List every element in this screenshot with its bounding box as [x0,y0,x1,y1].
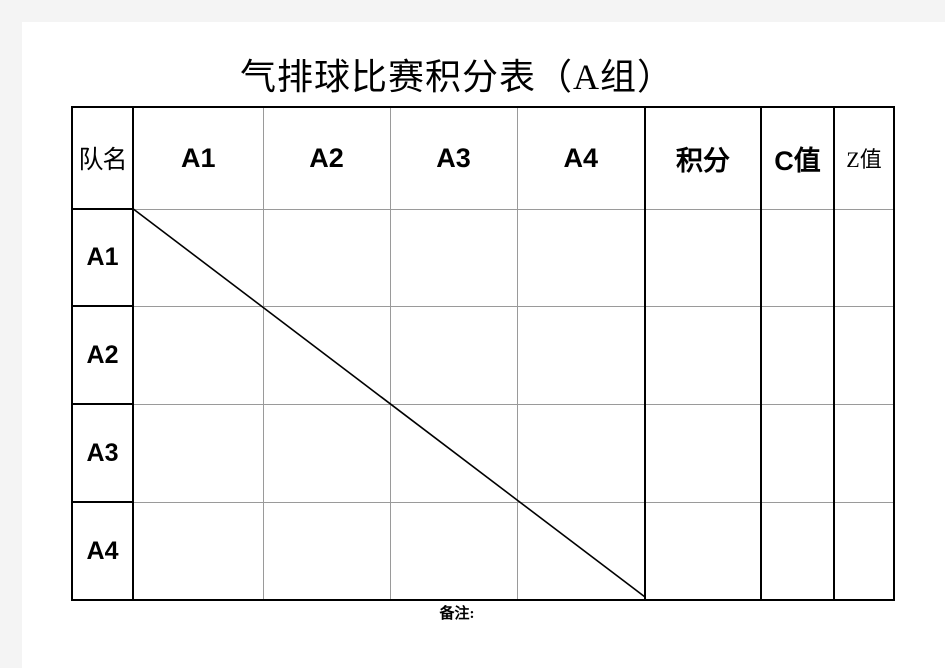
score-table: 队名 A1 A2 A3 A4 积分 C值 Z值 A1 A2 A3 A4 [71,106,895,601]
cell-a4-a4[interactable] [516,501,646,601]
cell-a2-a4[interactable] [516,305,646,405]
table-header-row: 队名 A1 A2 A3 A4 积分 C值 Z值 [71,106,895,210]
row-label-a2: A2 [71,305,134,405]
header-col-c-value: C值 [760,106,835,210]
table-row: A4 [71,501,895,601]
header-team-name: 队名 [71,106,134,210]
table-row: A2 [71,305,895,405]
cell-a2-a3[interactable] [389,305,518,405]
header-col-a3: A3 [389,106,518,210]
header-col-a4: A4 [516,106,646,210]
table-row: A1 [71,208,895,307]
document-page: 气排球比赛积分表（A组） 队名 A1 A2 A3 A4 积分 C值 Z值 A1 … [22,22,945,668]
header-col-a1: A1 [132,106,264,210]
footnote-label: 备注: [439,606,475,622]
header-col-points: 积分 [644,106,762,210]
cell-a3-a1[interactable] [132,403,264,503]
table-row: A3 [71,403,895,503]
cell-a2-a1[interactable] [132,305,264,405]
row-label-a3: A3 [71,403,134,503]
cell-a2-a2[interactable] [262,305,391,405]
cell-a4-z-value[interactable] [833,501,895,601]
cell-a1-z-value[interactable] [833,208,895,307]
row-label-a1: A1 [71,208,134,307]
cell-a4-a3[interactable] [389,501,518,601]
cell-a2-z-value[interactable] [833,305,895,405]
cell-a1-points[interactable] [644,208,762,307]
cell-a1-a3[interactable] [389,208,518,307]
cell-a3-a2[interactable] [262,403,391,503]
cell-a1-c-value[interactable] [760,208,835,307]
cell-a4-points[interactable] [644,501,762,601]
cell-a4-c-value[interactable] [760,501,835,601]
cell-a3-c-value[interactable] [760,403,835,503]
cell-a3-points[interactable] [644,403,762,503]
header-col-a2: A2 [262,106,391,210]
header-col-z-value: Z值 [833,106,895,210]
cell-a1-a1[interactable] [132,208,264,307]
cell-a1-a4[interactable] [516,208,646,307]
cell-a3-a4[interactable] [516,403,646,503]
cell-a3-a3[interactable] [389,403,518,503]
cell-a2-points[interactable] [644,305,762,405]
cell-a1-a2[interactable] [262,208,391,307]
cell-a2-c-value[interactable] [760,305,835,405]
cell-a4-a1[interactable] [132,501,264,601]
page-title: 气排球比赛积分表（A组） [240,57,674,97]
row-label-a4: A4 [71,501,134,601]
cell-a3-z-value[interactable] [833,403,895,503]
cell-a4-a2[interactable] [262,501,391,601]
